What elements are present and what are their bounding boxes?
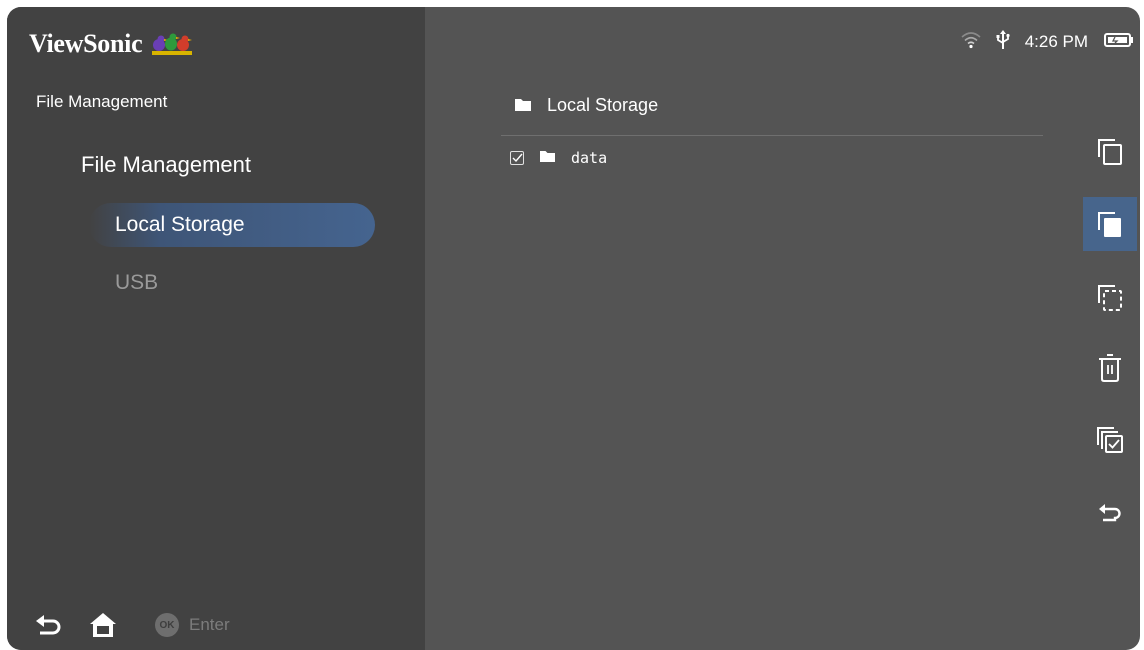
projector-screen: ViewSonic File Management File Managemen… [7,7,1140,650]
return-button[interactable] [1083,486,1137,540]
back-arrow-icon[interactable] [35,614,61,636]
return-icon [1099,504,1121,522]
ok-badge: OK [155,613,179,637]
file-name: data [571,149,608,167]
wifi-icon [961,31,981,54]
current-location: Local Storage [515,93,658,117]
paste-icon [1098,212,1121,237]
nav-heading: File Management [81,152,251,177]
copy-icon [1098,139,1122,165]
sidebar-item-usb[interactable]: USB [89,261,375,305]
cut-button[interactable] [1083,270,1137,324]
select-all-button[interactable] [1083,413,1137,467]
usb-icon [995,29,1011,55]
location-label: Local Storage [547,94,659,115]
folder-icon [515,95,531,116]
trash-icon [1099,354,1121,382]
action-toolbar [1081,7,1137,650]
brand-name: ViewSonic [29,29,143,58]
sidebar-item-label: Local Storage [115,213,245,236]
sidebar: ViewSonic File Management File Managemen… [7,7,425,650]
cut-icon [1098,285,1122,311]
select-all-icon [1097,427,1123,453]
sidebar-item-label: USB [115,271,159,294]
enter-label: Enter [189,615,230,634]
file-checkbox[interactable] [510,151,524,165]
paste-button[interactable] [1083,197,1137,251]
sidebar-item-local-storage[interactable]: Local Storage [89,203,375,247]
clock: 4:26 PM [1024,32,1088,51]
home-icon[interactable] [89,612,117,638]
file-row-data[interactable]: data [510,147,607,169]
three-birds-logo-icon [152,33,193,55]
section-title: File Management [36,92,168,111]
folder-icon [540,149,555,167]
divider [501,135,1043,136]
brand-logo: ViewSonic [29,27,194,61]
delete-button[interactable] [1083,341,1137,395]
bottom-hint-bar: OK Enter [35,609,230,641]
copy-button[interactable] [1083,124,1137,178]
